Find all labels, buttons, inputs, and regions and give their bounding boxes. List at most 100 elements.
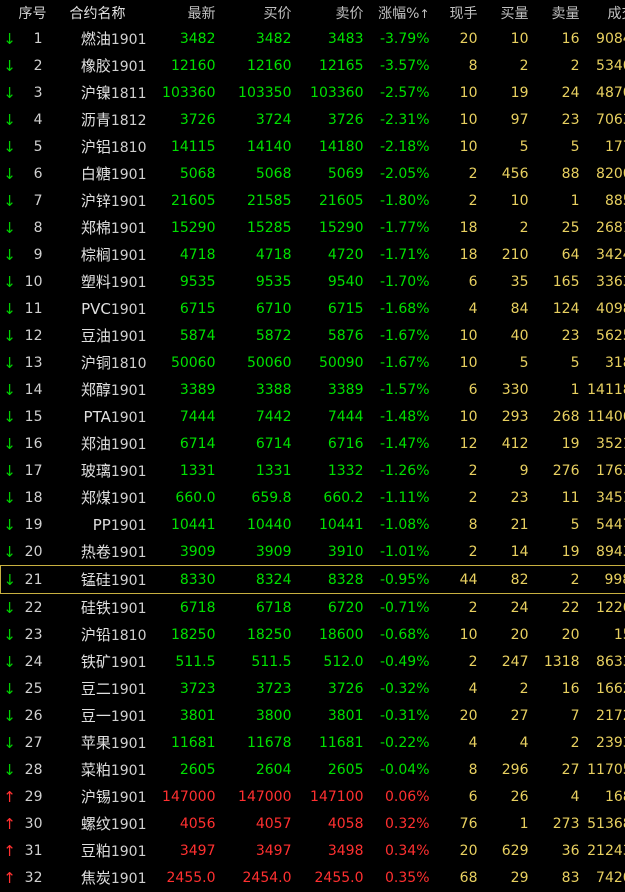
row-ask: 6715 — [327, 300, 364, 317]
table-row[interactable]: ↓ 6 白糖1901 5068 5068 5069 -2.05% 2 456 88 820076 — [1, 160, 625, 187]
contract-code: 1901 — [110, 709, 147, 725]
row-bid: 3800 — [255, 707, 292, 724]
row-hand: 2 — [468, 462, 478, 479]
table-row[interactable]: ↓ 9 棕榈1901 4718 4718 4720 -1.71% 18 210 64 342478 — [1, 241, 625, 268]
row-bid-qty: 40 — [510, 327, 529, 344]
table-row[interactable]: ↓ 18 郑煤1901 660.0 659.8 660.2 -1.11% 2 23 11 34512… — [1, 484, 625, 511]
contract-name: PP — [92, 515, 111, 534]
arrow-down-icon: ↓ — [3, 29, 16, 48]
table-row[interactable]: ↑ 29 沪锡1901 147000 147000 147100 0.06% 6 26 4 1689… — [1, 783, 625, 810]
row-hand: 18 — [459, 219, 478, 236]
row-last: 3801 — [179, 707, 216, 724]
row-last: 511.5 — [175, 653, 216, 670]
row-last: 147000 — [162, 788, 216, 805]
table-row[interactable]: ↓ 25 豆二1901 3723 3723 3726 -0.32% 4 2 16 166238 — [1, 675, 625, 702]
table-row[interactable]: ↓ 28 菜粕1901 2605 2604 2605 -0.04% 8 296 27 1170596 — [1, 756, 625, 783]
row-contract: 焦炭1901 — [49, 864, 153, 891]
contract-code: 1810 — [110, 628, 147, 644]
table-row[interactable]: ↓ 5 沪铝1810 14115 14140 14180 -2.18% 10 5 5 17720 — [1, 133, 625, 160]
row-seq: 4 — [33, 111, 43, 128]
table-row[interactable]: ↓ 17 玻璃1901 1331 1331 1332 -1.26% 2 9 276 176396 — [1, 457, 625, 484]
row-last: 18250 — [170, 626, 216, 643]
table-row[interactable]: ↓ 16 郑油1901 6714 6714 6716 -1.47% 12 412 19 352180 — [1, 430, 625, 457]
row-last: 2455.0 — [166, 869, 216, 886]
row-ask: 4720 — [327, 246, 364, 263]
row-last: 4056 — [179, 815, 216, 832]
row-hand: 8 — [468, 57, 478, 74]
table-row[interactable]: ↓ 22 硅铁1901 6718 6718 6720 -0.71% 2 24 22 122058 — [1, 594, 625, 622]
row-ask-qty: 24 — [561, 84, 580, 101]
header-bid[interactable]: 买价 — [221, 0, 298, 25]
table-row[interactable]: ↓ 1 燃油1901 3482 3482 3483 -3.79% 20 10 16 908492 — [1, 25, 625, 52]
header-contract-name[interactable]: 合约名称 — [48, 0, 153, 25]
row-bid: 6710 — [255, 300, 292, 317]
row-bid: 50060 — [246, 354, 292, 371]
row-volume: 345122 — [596, 489, 625, 506]
table-row[interactable]: ↓ 12 豆油1901 5874 5872 5876 -1.67% 10 40 23 562528 — [1, 322, 625, 349]
row-bid-qty: 2 — [519, 57, 529, 74]
table-row[interactable]: ↓ 26 豆一1901 3801 3800 3801 -0.31% 20 27 7 217290 — [1, 702, 625, 729]
table-row[interactable]: ↓ 20 热卷1901 3909 3909 3910 -1.01% 2 14 19 894340 — [1, 538, 625, 566]
table-row[interactable]: ↑ 30 螺纹1901 4056 4057 4058 0.32% 76 1 273 5136838 — [1, 810, 625, 837]
header-change[interactable]: 涨幅%↑ — [369, 0, 436, 25]
row-volume: 217290 — [596, 707, 625, 724]
table-row[interactable]: ↓ 27 苹果1901 11681 11678 11681 -0.22% 4 4 2 239360 — [1, 729, 625, 756]
table-row[interactable]: ↓ 14 郑醇1901 3389 3388 3389 -1.57% 6 330 1 1411878 — [1, 376, 625, 403]
table-row[interactable]: ↑ 32 焦炭1901 2455.0 2454.0 2455.0 0.35% 68 29 83 74… — [1, 864, 625, 891]
contract-name: 豆油 — [80, 327, 111, 345]
row-contract: PVC1901 — [49, 295, 153, 322]
row-bid: 8324 — [221, 565, 298, 594]
row-hand: 8 — [468, 516, 478, 533]
header-ask-qty[interactable]: 卖量 — [534, 0, 586, 25]
header-bid-qty[interactable]: 买量 — [483, 0, 535, 25]
arrow-down-icon: ↓ — [3, 652, 16, 671]
row-bid: 18250 — [246, 626, 292, 643]
row-ask-qty: 27 — [561, 761, 580, 778]
header-hand[interactable]: 现手 — [435, 0, 484, 25]
row-ask-qty: 83 — [561, 869, 580, 886]
row-hand: 20 — [459, 842, 478, 859]
row-ask: 3498 — [327, 842, 364, 859]
table-row[interactable]: ↓ 24 铁矿1901 511.5 511.5 512.0 -0.49% 2 247 1318 86… — [1, 648, 625, 675]
row-ask-qty: 19 — [561, 543, 580, 560]
row-seq: 31 — [24, 842, 43, 859]
header-seq[interactable]: 序号 — [18, 0, 49, 25]
table-row[interactable]: ↓ 13 沪铜1810 50060 50060 50090 -1.67% 10 5 5 31890 — [1, 349, 625, 376]
header-volume[interactable]: 成交量 — [585, 0, 625, 25]
table-row[interactable]: ↓ 10 塑料1901 9535 9535 9540 -1.70% 6 35 165 336396 — [1, 268, 625, 295]
row-hand: 20 — [459, 707, 478, 724]
row-bid-qty: 210 — [501, 246, 529, 263]
contract-code: 1901 — [110, 517, 147, 534]
row-bid: 4057 — [255, 815, 292, 832]
table-row[interactable]: ↓ 19 PP1901 10441 10440 10441 -1.08% 8 21 5 544704 — [1, 511, 625, 538]
row-contract: 沪铜1810 — [49, 349, 153, 376]
header-ask[interactable]: 卖价 — [297, 0, 370, 25]
table-row[interactable]: ↓ 3 沪镍1811 103360 103350 103360 -2.57% 10 19 24 48… — [1, 79, 625, 106]
table-row[interactable]: ↓ 7 沪锌1901 21605 21585 21605 -1.80% 2 10 1 88590 — [1, 187, 625, 214]
row-ask: 12165 — [318, 57, 364, 74]
table-row[interactable]: ↑ 31 豆粕1901 3497 3497 3498 0.34% 20 629 36 2124362 — [1, 837, 625, 864]
row-bid-qty: 4 — [519, 734, 529, 751]
table-row[interactable]: ↓ 4 沥青1812 3726 3724 3726 -2.31% 10 97 23 706382 — [1, 106, 625, 133]
contract-code: 1901 — [110, 464, 147, 480]
contract-name: 郑油 — [80, 435, 111, 453]
row-volume: 562528 — [596, 327, 625, 344]
table-row[interactable]: ↓ 2 橡胶1901 12160 12160 12165 -3.57% 8 2 2 534092 — [1, 52, 625, 79]
row-hand: 18 — [459, 246, 478, 263]
row-last: 5874 — [179, 327, 216, 344]
table-row[interactable]: ↓ 23 沪铅1810 18250 18250 18600 -0.68% 10 20 20 1540 — [1, 621, 625, 648]
row-ask: 21605 — [318, 192, 364, 209]
table-row[interactable]: ↓ 11 PVC1901 6715 6710 6715 -1.68% 4 84 124 409802 — [1, 295, 625, 322]
row-seq: 9 — [33, 246, 43, 263]
row-last: 21605 — [170, 192, 216, 209]
row-volume: 17720 — [604, 138, 625, 155]
table-row[interactable]: ↓ 8 郑棉1901 15290 15285 15290 -1.77% 18 2 25 268176 — [1, 214, 625, 241]
table-row[interactable]: ↓ 15 PTA1901 7444 7442 7444 -1.48% 10 293 268 1140… — [1, 403, 625, 430]
row-last: 14115 — [170, 138, 216, 155]
row-last: 3726 — [179, 111, 216, 128]
table-row[interactable]: ↓21锰硅1901833083248328-0.95%4482299890 — [0, 565, 625, 594]
row-change: -1.08% — [379, 516, 430, 533]
row-ask-qty: 16 — [561, 680, 580, 697]
header-last[interactable]: 最新 — [152, 0, 222, 25]
row-contract: 橡胶1901 — [49, 52, 153, 79]
